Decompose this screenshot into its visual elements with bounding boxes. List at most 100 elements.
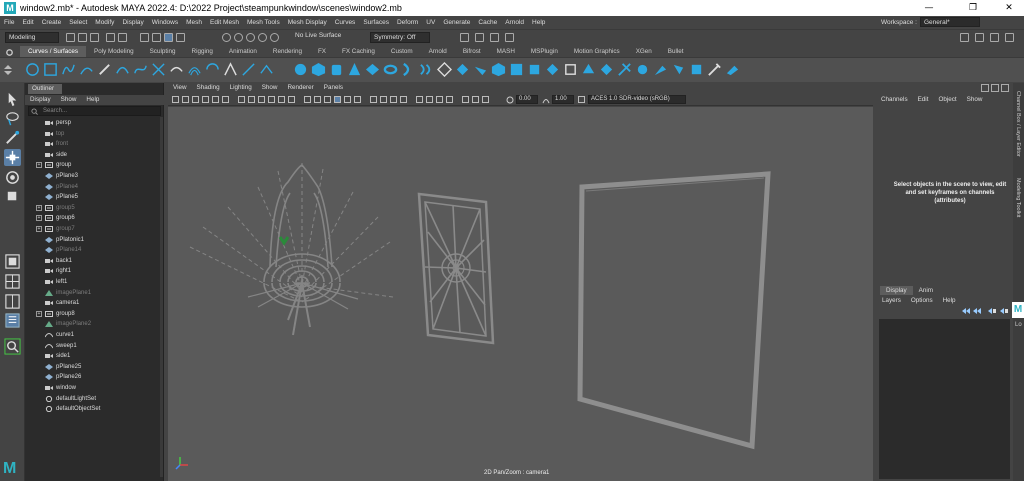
pencil-curve-icon[interactable] (97, 62, 112, 77)
stitch-icon[interactable] (689, 62, 704, 77)
viewport-menu-panels[interactable]: Panels (319, 83, 348, 93)
render-icon[interactable] (475, 33, 484, 42)
bezier-curve-icon[interactable] (133, 62, 148, 77)
shelf-tab-mash[interactable]: MASH (489, 46, 523, 57)
shelf-tab-xgen[interactable]: XGen (628, 46, 660, 57)
new-layer-selected-icon[interactable] (1000, 308, 1008, 314)
expand-toggle-icon[interactable]: + (36, 226, 42, 232)
screen-space-ao-icon[interactable] (370, 96, 377, 103)
revolve-icon[interactable] (401, 62, 416, 77)
rotate-tool-icon[interactable] (4, 169, 21, 186)
select-mask-icon[interactable] (176, 33, 185, 42)
outliner-item[interactable]: top (25, 129, 161, 139)
outliner-item[interactable]: pPlatonic1 (25, 235, 161, 245)
move-layer-up-icon[interactable] (962, 308, 970, 314)
shelf-tab-motion-graphics[interactable]: Motion Graphics (566, 46, 628, 57)
extend-surface-icon[interactable] (563, 62, 578, 77)
outliner-menu-help[interactable]: Help (81, 95, 104, 105)
maximize-button[interactable]: ❐ (958, 0, 988, 16)
outliner-item[interactable]: pPlane26 (25, 372, 161, 382)
expand-toggle-icon[interactable]: + (36, 162, 42, 169)
safe-action-icon[interactable] (288, 96, 295, 103)
layer-editor-toggle-icon[interactable] (991, 84, 999, 92)
outliner-item[interactable]: pPlane14 (25, 245, 161, 255)
xray-active-icon[interactable] (436, 96, 443, 103)
menu-edit[interactable]: Edit (18, 19, 37, 26)
shelf-tab-bifrost[interactable]: Bifrost (455, 46, 489, 57)
shelf-tab-poly-modeling[interactable]: Poly Modeling (86, 46, 142, 57)
workspace-dropdown[interactable]: General* (920, 17, 980, 27)
zoom-layout-icon[interactable] (4, 338, 21, 355)
viewport-3d[interactable] (168, 107, 873, 481)
shelf-tab-bullet[interactable]: Bullet (660, 46, 692, 57)
layer-menu-help[interactable]: Help (937, 296, 960, 306)
channel-box-layer-editor-tab[interactable]: Channel Box / Layer Editor (1015, 91, 1021, 157)
menu-create[interactable]: Create (38, 19, 66, 26)
image-plane-icon[interactable] (202, 96, 209, 103)
anti-aliasing-icon[interactable] (390, 96, 397, 103)
redo-icon[interactable] (118, 33, 127, 42)
field-chart-icon[interactable] (278, 96, 285, 103)
expand-toggle-icon[interactable]: + (36, 204, 42, 211)
extrude-icon[interactable] (455, 62, 470, 77)
gate-mask-icon[interactable] (268, 96, 275, 103)
nurbs-torus-icon[interactable] (383, 62, 398, 77)
resolution-gate-icon[interactable] (258, 96, 265, 103)
shelf-tab-animation[interactable]: Animation (221, 46, 265, 57)
menu-help[interactable]: Help (528, 19, 549, 26)
menu-set-dropdown[interactable]: Modeling (5, 32, 59, 43)
scale-tool-icon[interactable] (4, 188, 21, 205)
shadows-icon[interactable] (354, 96, 361, 103)
sculpt-geometry-icon[interactable] (653, 62, 668, 77)
shelf-tab-sculpting[interactable]: Sculpting (142, 46, 184, 57)
menu-windows[interactable]: Windows (148, 19, 182, 26)
outliner-item[interactable]: pPlane25 (25, 362, 161, 372)
outliner-scrollbar[interactable] (160, 117, 163, 477)
2d-pan-zoom-icon[interactable] (212, 96, 219, 103)
loft-icon[interactable] (419, 62, 434, 77)
render-view-icon[interactable] (460, 33, 469, 42)
outliner-item[interactable]: back1 (25, 256, 161, 266)
shelf-tab-rendering[interactable]: Rendering (265, 46, 310, 57)
menu-uv[interactable]: UV (422, 19, 439, 26)
select-hierarchy-icon[interactable] (140, 33, 149, 42)
viewport-menu-renderer[interactable]: Renderer (282, 83, 318, 93)
nurbs-cylinder-icon[interactable] (329, 62, 344, 77)
outliner-item[interactable]: pPlane3 (25, 171, 161, 181)
render-settings-icon[interactable] (505, 33, 514, 42)
outliner-search-input[interactable]: Search... (28, 106, 161, 116)
channel-menu-object[interactable]: Object (933, 95, 961, 105)
new-scene-icon[interactable] (66, 33, 75, 42)
outliner-item[interactable]: imagePlane2 (25, 319, 161, 329)
channel-menu-edit[interactable]: Edit (913, 95, 934, 105)
make-live-icon[interactable] (270, 33, 279, 42)
shelf-arrows-icon[interactable] (3, 64, 13, 76)
menu-display[interactable]: Display (118, 19, 147, 26)
nurbs-plane-icon[interactable] (365, 62, 380, 77)
expand-toggle-icon[interactable]: + (36, 215, 42, 222)
layer-menu-layers[interactable]: Layers (876, 296, 905, 306)
menu-edit-mesh[interactable]: Edit Mesh (206, 19, 243, 26)
new-layer-icon[interactable] (988, 308, 996, 314)
channel-box-icon[interactable] (1005, 33, 1014, 42)
outliner-item[interactable]: defaultObjectSet (25, 404, 161, 414)
rebuild-surface-icon[interactable] (599, 62, 614, 77)
channel-box-settings-icon[interactable] (1001, 84, 1009, 92)
open-scene-icon[interactable] (78, 33, 87, 42)
outliner-item[interactable]: side1 (25, 351, 161, 361)
exposure-field[interactable]: 0.00 (516, 95, 538, 104)
cv-curve-icon[interactable] (61, 62, 76, 77)
backface-culling-icon[interactable] (462, 96, 469, 103)
shelf-tab-curves-surfaces[interactable]: Curves / Surfaces (20, 46, 87, 57)
select-component-icon[interactable] (164, 33, 173, 42)
outliner-tab[interactable]: Outliner (28, 84, 62, 94)
menu-select[interactable]: Select (65, 19, 91, 26)
outliner-item[interactable]: + group7 (25, 224, 161, 234)
outliner-item[interactable]: persp (25, 118, 161, 128)
attribute-editor-icon[interactable] (975, 33, 984, 42)
menu-file[interactable]: File (0, 19, 18, 26)
planar-icon[interactable] (437, 62, 452, 77)
save-scene-icon[interactable] (90, 33, 99, 42)
nurbs-circle-icon[interactable] (25, 62, 40, 77)
menu-mesh-tools[interactable]: Mesh Tools (243, 19, 284, 26)
